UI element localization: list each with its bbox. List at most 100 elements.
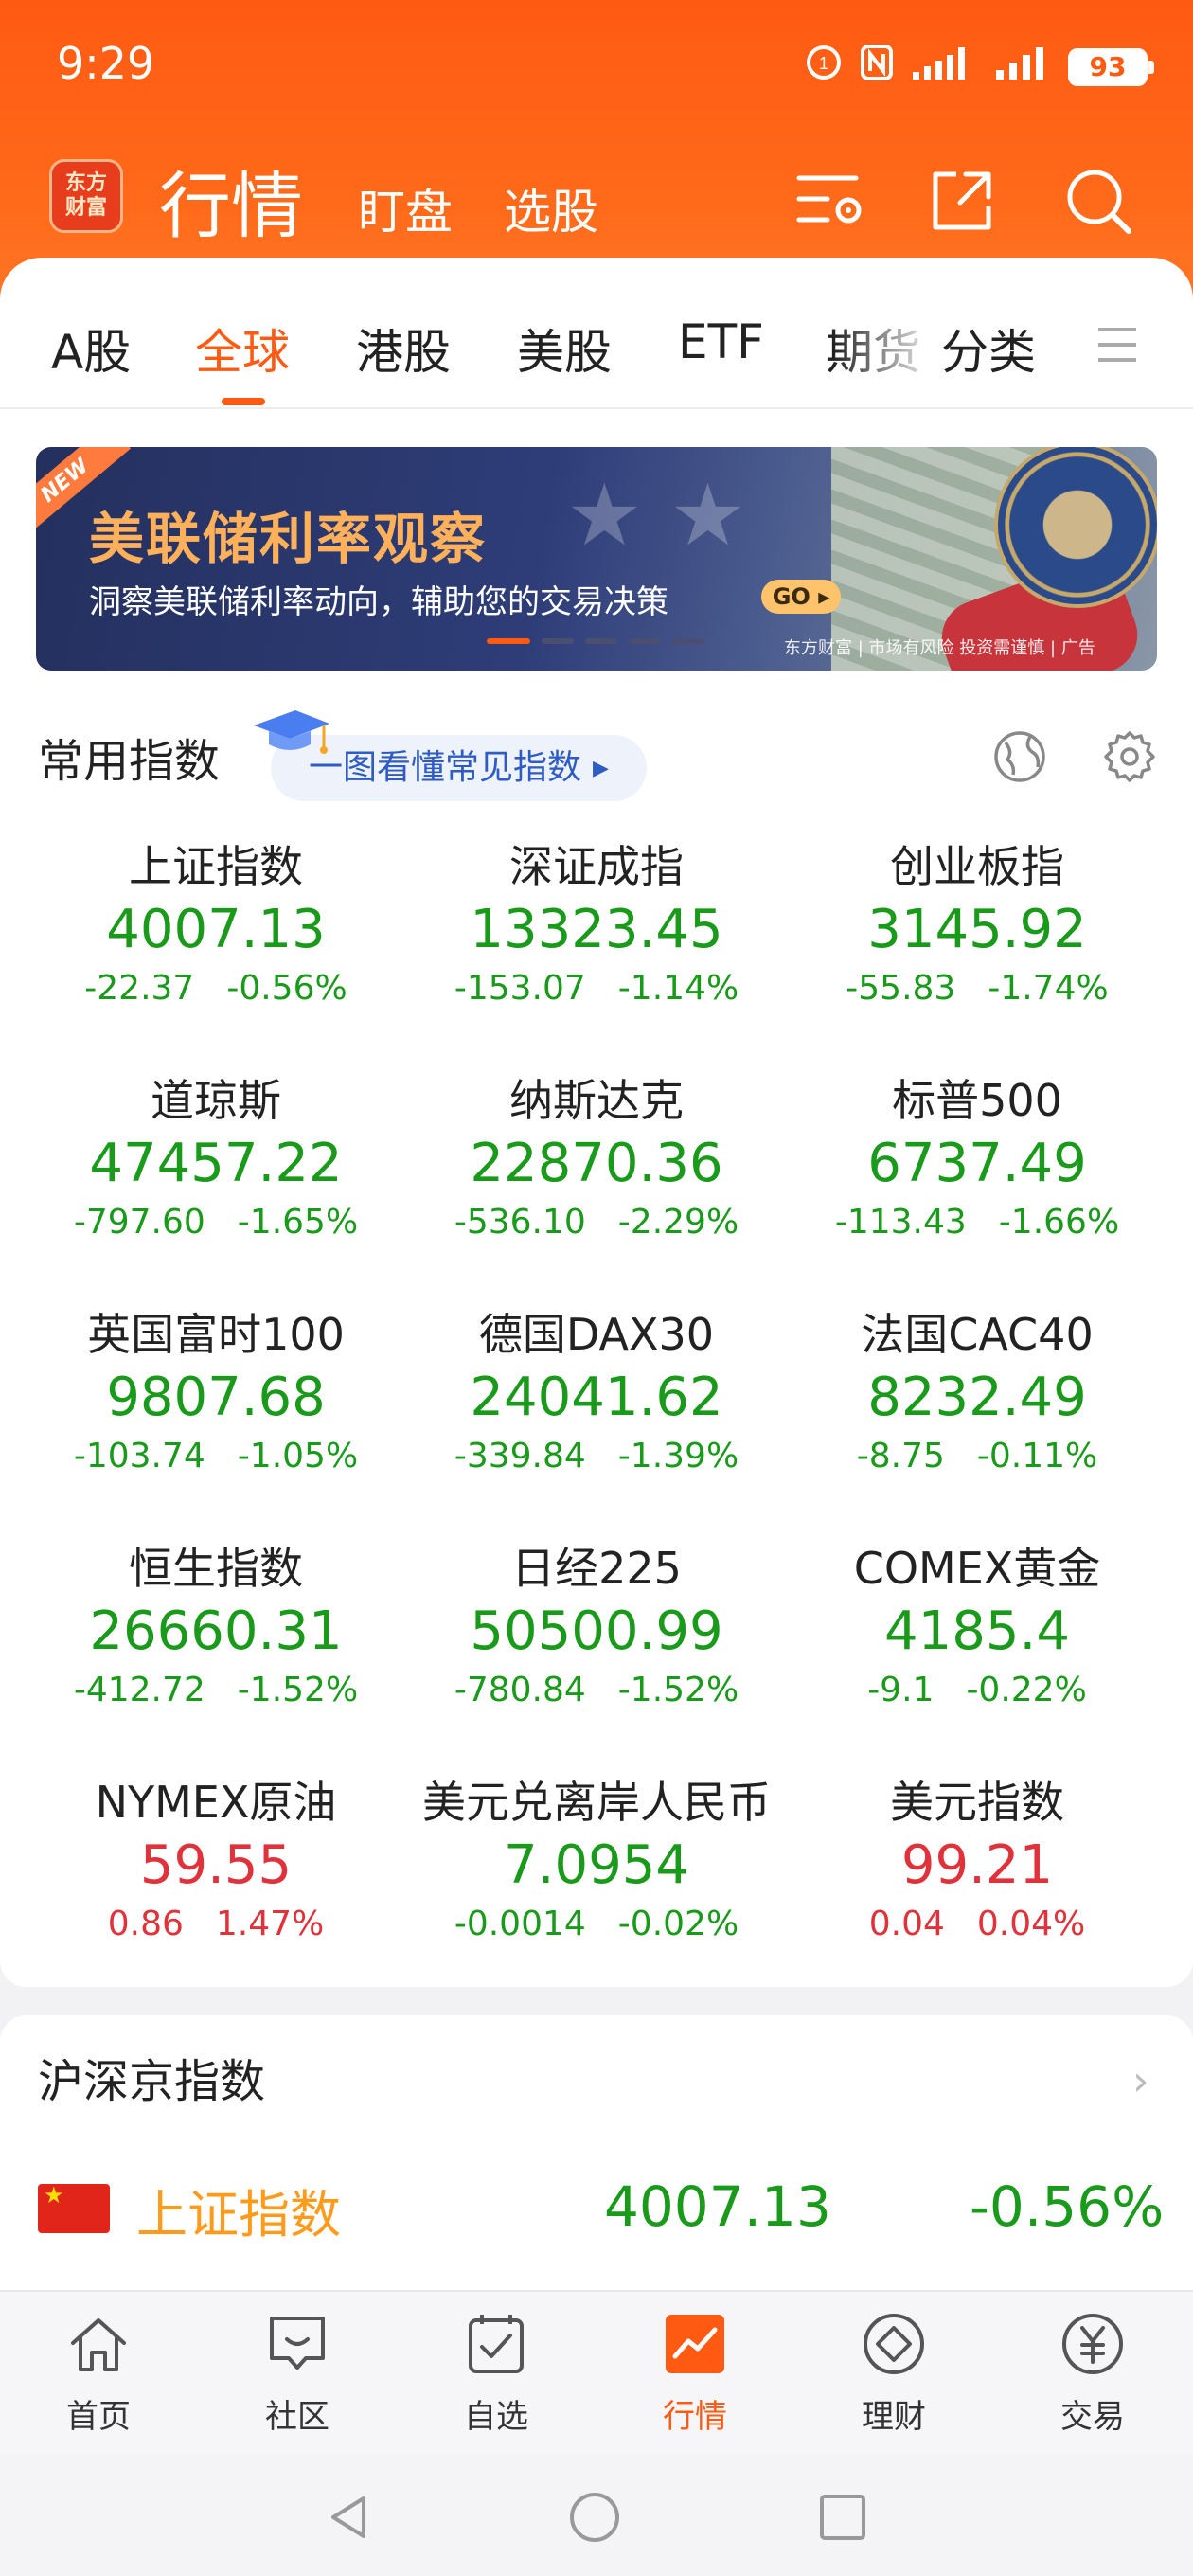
index-change: -153.07 -1.14%: [405, 964, 788, 1013]
back-icon[interactable]: [322, 2491, 375, 2544]
index-guide-label: 一图看懂常见指数: [309, 748, 582, 787]
index-value: 59.55: [139, 1834, 293, 1896]
index-card[interactable]: NYMEX原油 59.55 0.86 1.47%: [25, 1773, 407, 1998]
recents-icon[interactable]: [816, 2491, 869, 2544]
home-circle-icon[interactable]: [568, 2491, 621, 2544]
index-card[interactable]: 德国DAX30 24041.62 -339.84 -1.39%: [405, 1305, 788, 1530]
active-tab-indicator: [222, 398, 265, 405]
index-change-pct: -0.22%: [966, 1671, 1087, 1709]
bottom-nav: 首页 社区 自选 行情 理财 交易: [0, 2290, 1193, 2455]
index-change-pct: -1.74%: [988, 969, 1109, 1008]
index-change: 0.04 0.04%: [786, 1900, 1168, 1949]
index-change-pct: 1.47%: [215, 1905, 325, 1943]
nav-market[interactable]: 行情: [629, 2311, 761, 2437]
banner-title: 美联储利率观察: [89, 507, 488, 571]
index-name: 英国富时100: [87, 1309, 345, 1360]
menu-icon[interactable]: [1096, 324, 1138, 366]
index-name: 美元指数: [890, 1777, 1064, 1828]
nav-wealth[interactable]: 理财: [828, 2311, 960, 2437]
index-change: -55.83 -1.74%: [786, 964, 1168, 1013]
index-card[interactable]: COMEX黄金 4185.4 -9.1 -0.22%: [786, 1539, 1168, 1764]
index-card[interactable]: 恒生指数 26660.31 -412.72 -1.52%: [25, 1539, 407, 1764]
index-card[interactable]: 日经225 50500.99 -780.84 -1.52%: [405, 1539, 788, 1764]
index-change-abs: -536.10: [454, 1203, 586, 1242]
index-change-pct: -1.52%: [617, 1671, 739, 1709]
tab-watch[interactable]: 盯盘: [358, 174, 453, 242]
tab-screener[interactable]: 选股: [504, 174, 598, 242]
nav-home[interactable]: 首页: [32, 2311, 165, 2437]
index-card[interactable]: 纳斯达克 22870.36 -536.10 -2.29%: [405, 1071, 788, 1297]
system-nav-bar: [0, 2455, 1193, 2576]
index-card[interactable]: 上证指数 4007.13 -22.37 -0.56%: [25, 837, 407, 1063]
index-card[interactable]: 标普500 6737.49 -113.43 -1.66%: [786, 1071, 1168, 1297]
index-change-pct: -0.02%: [617, 1905, 739, 1943]
index-card[interactable]: 创业板指 3145.92 -55.83 -1.74%: [786, 837, 1168, 1063]
hs-row-value: 4007.13: [604, 2174, 831, 2239]
chart-icon: [666, 2315, 724, 2373]
index-change-abs: -103.74: [73, 1437, 205, 1476]
index-value: 4185.4: [884, 1601, 1070, 1662]
index-change-pct: -2.29%: [617, 1203, 739, 1242]
search-icon[interactable]: [1060, 163, 1136, 239]
index-change: -0.0014 -0.02%: [405, 1900, 788, 1949]
index-card[interactable]: 法国CAC40 8232.49 -8.75 -0.11%: [786, 1305, 1168, 1530]
tab-hk[interactable]: 港股: [356, 314, 451, 383]
index-change: -8.75 -0.11%: [786, 1432, 1168, 1481]
index-change-abs: -22.37: [84, 969, 195, 1008]
nav-trade[interactable]: 交易: [1026, 2311, 1159, 2437]
nav-watchlist[interactable]: 自选: [430, 2311, 562, 2437]
tab-a-shares[interactable]: A股: [51, 314, 131, 383]
hs-index-card[interactable]: 沪深京指数 › 上证指数 4007.13 -0.56%: [0, 2015, 1193, 2290]
index-change: -103.74 -1.05%: [25, 1432, 407, 1481]
list-settings-icon[interactable]: [793, 163, 869, 239]
nav-watchlist-label: 自选: [464, 2398, 528, 2436]
banner-subtitle: 洞察美联储利率动向，辅助您的交易决策: [89, 583, 668, 621]
index-change-abs: -780.84: [454, 1671, 586, 1709]
index-card[interactable]: 英国富时100 9807.68 -103.74 -1.05%: [25, 1305, 407, 1530]
index-change: -339.84 -1.39%: [405, 1432, 788, 1481]
share-icon[interactable]: [924, 163, 1000, 239]
index-name: 上证指数: [129, 841, 303, 892]
hs-section-title: 沪深京指数: [38, 2055, 266, 2108]
fed-rate-banner[interactable]: ★ ★ NEW 美联储利率观察 洞察美联储利率动向，辅助您的交易决策 GO ▸ …: [36, 447, 1157, 671]
index-card[interactable]: 美元兑离岸人民币 7.0954 -0.0014 -0.02%: [405, 1773, 788, 1998]
index-card[interactable]: 美元指数 99.21 0.04 0.04%: [786, 1773, 1168, 1998]
index-change: -797.60 -1.65%: [25, 1198, 407, 1247]
federal-reserve-seal: [994, 447, 1157, 608]
page-title: 行情: [159, 164, 303, 248]
index-change: -113.43 -1.66%: [786, 1198, 1168, 1247]
section-title: 常用指数: [38, 735, 221, 788]
index-name: 德国DAX30: [478, 1309, 715, 1360]
chevron-right-icon[interactable]: ›: [1132, 2057, 1149, 2105]
index-card[interactable]: 深证成指 13323.45 -153.07 -1.14%: [405, 837, 788, 1063]
yen-icon: [1062, 2314, 1123, 2374]
index-name: 法国CAC40: [861, 1309, 1094, 1360]
index-value: 8232.49: [867, 1367, 1087, 1428]
carousel-dot: [672, 638, 704, 644]
index-value: 3145.92: [867, 899, 1087, 960]
globe-icon[interactable]: [992, 729, 1047, 784]
app-logo: 东方 财富: [49, 159, 123, 233]
index-value: 7.0954: [504, 1834, 689, 1896]
banner-disclaimer: 东方财富 | 市场有风险 投资需谨慎 | 广告: [784, 638, 1095, 658]
index-change-pct: -0.11%: [976, 1437, 1098, 1476]
index-change: -22.37 -0.56%: [25, 964, 407, 1013]
graduation-cap-icon: [254, 710, 329, 754]
nav-community[interactable]: 社区: [231, 2311, 364, 2437]
carousel-dots: [487, 638, 704, 644]
index-card[interactable]: 道琼斯 47457.22 -797.60 -1.65%: [25, 1071, 407, 1297]
go-button[interactable]: GO ▸: [761, 580, 841, 614]
tab-category[interactable]: 分类: [941, 314, 1036, 383]
index-change-abs: -8.75: [856, 1437, 945, 1476]
gear-icon[interactable]: [1102, 729, 1157, 784]
tab-us[interactable]: 美股: [517, 314, 612, 383]
index-value: 13323.45: [470, 899, 723, 960]
index-value: 47457.22: [89, 1133, 343, 1194]
diamond-icon: [864, 2314, 924, 2374]
tab-global[interactable]: 全球: [195, 314, 290, 383]
carousel-dot: [585, 638, 617, 644]
index-name: COMEX黄金: [853, 1543, 1101, 1594]
index-change-pct: -1.66%: [998, 1203, 1120, 1242]
triangle-right-icon: ▶: [593, 757, 609, 780]
tab-etf[interactable]: ETF: [678, 314, 764, 369]
